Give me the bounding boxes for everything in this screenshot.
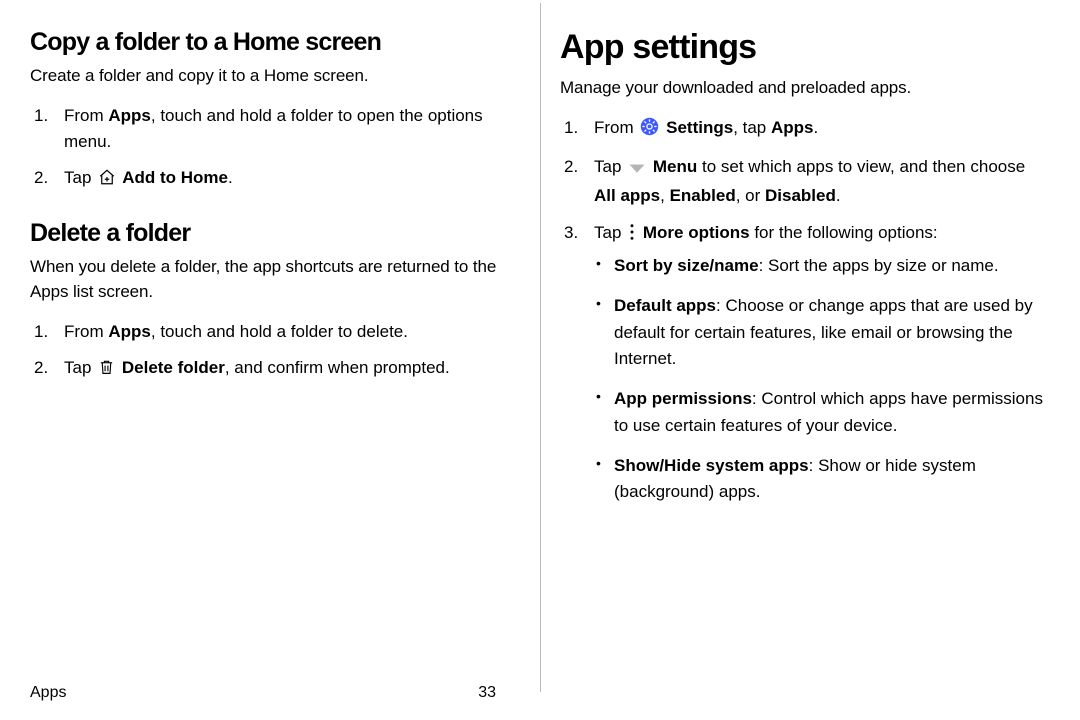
intro-app-settings: Manage your downloaded and preloaded app… [560,75,1050,101]
more-options-list: Sort by size/name: Sort the apps by size… [594,253,1050,506]
step-text: Tap More options for the following optio… [594,223,938,242]
app-settings-steps: 1. From Settings, tap Apps. 2. Tap Menu … [564,115,1050,506]
step-item: 2. Tap Add to Home. [34,165,520,194]
list-item: Default apps: Choose or change apps that… [594,293,1050,372]
step-number: 1. [34,319,48,345]
list-item: Sort by size/name: Sort the apps by size… [594,253,1050,279]
page-footer: Apps 33 [30,684,540,702]
heading-copy-folder: Copy a folder to a Home screen [30,28,520,57]
step-text: Tap Add to Home. [64,168,233,187]
footer-page-number: 33 [478,684,496,702]
column-divider [540,3,541,692]
page-content: Copy a folder to a Home screen Create a … [30,28,1050,672]
trash-icon [98,358,115,384]
add-home-icon [98,168,116,194]
step-item: 3. Tap More options for the following op… [564,220,1050,506]
step-text: From Settings, tap Apps. [594,118,818,137]
step-number: 2. [34,355,48,381]
intro-copy-folder: Create a folder and copy it to a Home sc… [30,63,520,89]
step-text: Tap Delete folder, and confirm when prom… [64,358,450,377]
dropdown-caret-icon [628,157,646,183]
step-item: 2. Tap Delete folder, and confirm when p… [34,355,520,384]
list-item: App permissions: Control which apps have… [594,386,1050,439]
right-column: App settings Manage your downloaded and … [560,28,1050,672]
list-item: Show/Hide system apps: Show or hide syst… [594,453,1050,506]
step-item: 2. Tap Menu to set which apps to view, a… [564,154,1050,210]
step-item: 1. From Apps, touch and hold a folder to… [34,319,520,345]
step-text: From Apps, touch and hold a folder to de… [64,322,408,341]
step-number: 2. [564,154,578,180]
left-column: Copy a folder to a Home screen Create a … [30,28,520,672]
step-number: 1. [34,103,48,129]
step-number: 2. [34,165,48,191]
step-text: Tap Menu to set which apps to view, and … [594,157,1025,205]
step-number: 1. [564,115,578,141]
step-item: 1. From Settings, tap Apps. [564,115,1050,144]
settings-gear-icon [640,117,659,144]
intro-delete-folder: When you delete a folder, the app shortc… [30,254,520,305]
heading-app-settings: App settings [560,28,1050,67]
more-options-icon [628,223,636,249]
heading-delete-folder: Delete a folder [30,219,520,248]
step-number: 3. [564,220,578,246]
copy-folder-steps: 1. From Apps, touch and hold a folder to… [34,103,520,195]
footer-section: Apps [30,684,66,701]
step-text: From Apps, touch and hold a folder to op… [64,106,483,151]
step-item: 1. From Apps, touch and hold a folder to… [34,103,520,156]
delete-folder-steps: 1. From Apps, touch and hold a folder to… [34,319,520,385]
